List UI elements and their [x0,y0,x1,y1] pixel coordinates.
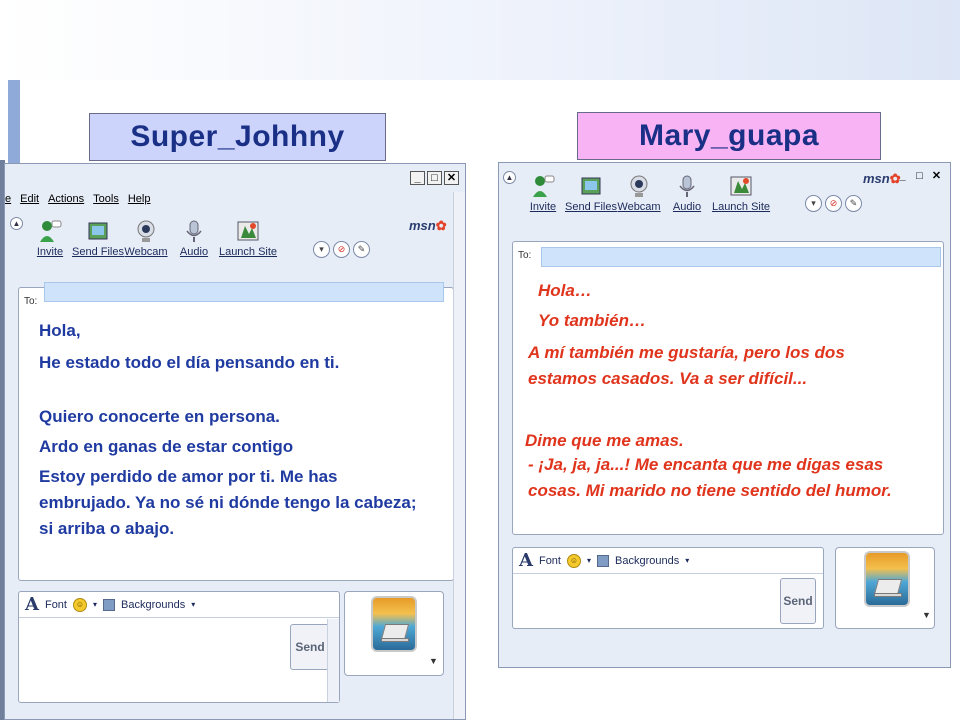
format-bar-right: A Font ☺ ▾ Backgrounds ▾ [513,548,823,574]
send-files-button[interactable]: Send Files [72,218,124,258]
contact-name-right: Mary_guapa [577,112,881,160]
message-1: Hola… [538,281,592,300]
message-3: Quiero conocerte en persona. [39,407,280,426]
avatar-panel-right: ▼ [835,547,935,629]
round-buttons-left: ▾ ⊘ ✎ [313,241,370,258]
launch-site-button[interactable]: Launch Site [219,218,277,258]
emoticon-icon[interactable]: ☺ [566,553,581,568]
backgrounds-button[interactable]: Backgrounds [121,599,185,611]
collapse-toolbar-button[interactable]: ▲ [503,171,516,184]
message-4: Ardo en ganas de estar contigo [39,437,294,456]
to-field[interactable] [44,282,444,302]
invite-icon [529,173,557,199]
message-1: Hola, [39,321,81,340]
window-edge-left [453,192,465,719]
block-icon[interactable]: ⊘ [825,195,842,212]
send-button[interactable]: Send [780,578,816,624]
emoticon-icon[interactable]: ☺ [72,597,87,612]
pen-icon[interactable]: ✎ [353,241,370,258]
conversation-panel-right: To: Hola… Yo también… A mí también me gu… [512,241,944,535]
msn-logo: msn✿ [409,218,447,233]
toolbar-left: Invite Send Files Webcam Audio Launch Si… [27,218,277,258]
message-4: Dime que me amas. [525,431,684,450]
avatar[interactable] [864,551,910,607]
message-3: A mí también me gustaría, pero los dos e… [528,343,845,388]
send-files-icon [84,218,112,244]
font-button[interactable]: Font [539,555,561,567]
avatar-dropdown-icon[interactable]: ▼ [922,610,931,620]
send-files-icon [577,173,605,199]
launch-site-icon [234,218,262,244]
webcam-button[interactable]: Webcam [123,218,169,258]
message-5: - ¡Ja, ja, ja...! Me encanta que me diga… [528,455,892,500]
send-button[interactable]: Send [290,624,330,670]
menu-bar-left: e Edit Actions Tools Help [5,193,150,205]
message-5: Estoy perdido de amor por ti. Me has emb… [39,467,417,538]
compose-scrollbar[interactable] [327,619,339,702]
menu-edit[interactable]: Edit [20,193,39,205]
conversation-panel-left: To: Hola, He estado todo el día pensando… [18,282,454,581]
to-label: To: [24,296,38,307]
block-icon[interactable]: ⊘ [333,241,350,258]
backgrounds-dropdown-icon[interactable]: ▾ [191,600,195,609]
avatar-panel-left: ▼ [344,591,444,676]
emoticon-dropdown-icon[interactable]: ▾ [587,556,591,565]
backgrounds-icon[interactable] [103,598,115,611]
compose-panel-left: A Font ☺ ▾ Backgrounds ▾ Send [18,591,340,703]
backgrounds-icon[interactable] [597,554,609,567]
emoticon-dropdown-icon[interactable]: ▾ [93,600,97,609]
avatar-dropdown-icon[interactable]: ▼ [429,656,438,666]
invite-icon [36,218,64,244]
contact-name-left: Super_Johhny [89,113,386,161]
chat-window-left: _ □ ✕ e Edit Actions Tools Help ▲ Invite… [4,163,466,720]
backgrounds-dropdown-icon[interactable]: ▾ [685,556,689,565]
menu-help[interactable]: Help [128,193,151,205]
launch-site-button[interactable]: Launch Site [712,173,770,213]
message-input[interactable] [21,620,281,700]
compose-panel-right: A Font ☺ ▾ Backgrounds ▾ Send [512,547,824,629]
font-icon[interactable]: A [25,594,39,615]
menu-tools[interactable]: Tools [93,193,119,205]
audio-button[interactable]: Audio [171,218,217,258]
invite-button[interactable]: Invite [520,173,566,213]
launch-site-icon [727,173,755,199]
maximize-button[interactable]: □ [427,171,442,185]
invite-button[interactable]: Invite [27,218,73,258]
webcam-button[interactable]: Webcam [616,173,662,213]
to-field[interactable] [541,247,941,267]
chat-window-right: msn✿ _ □ ✕ ▲ Invite Send Files Webcam Au… [498,162,951,668]
titlebar-left: _ □ ✕ [5,164,465,192]
font-icon[interactable]: A [519,550,533,571]
message-2: He estado todo el día pensando en ti. [39,353,340,372]
close-button[interactable]: ✕ [929,170,944,184]
minimize-button[interactable]: _ [895,170,910,184]
collapse-toolbar-button[interactable]: ▲ [10,217,23,230]
pen-icon[interactable]: ✎ [845,195,862,212]
microphone-icon [180,218,208,244]
webcam-icon [625,173,653,199]
font-button[interactable]: Font [45,599,67,611]
dropdown-button[interactable]: ▾ [805,195,822,212]
toolbar-right: Invite Send Files Webcam Audio Launch Si… [520,173,770,213]
audio-button[interactable]: Audio [664,173,710,213]
webcam-icon [132,218,160,244]
to-label: To: [518,250,532,261]
send-files-button[interactable]: Send Files [565,173,617,213]
minimize-button[interactable]: _ [410,171,425,185]
window-controls-left: _ □ ✕ [410,171,459,185]
close-button[interactable]: ✕ [444,171,459,185]
header-band [0,0,960,80]
backgrounds-button[interactable]: Backgrounds [615,555,679,567]
avatar[interactable] [371,596,417,652]
microphone-icon [673,173,701,199]
menu-file[interactable]: e [5,193,11,205]
maximize-button[interactable]: □ [912,170,927,184]
message-input[interactable] [515,576,770,628]
dropdown-button[interactable]: ▾ [313,241,330,258]
round-buttons-right: ▾ ⊘ ✎ [805,195,862,212]
message-2: Yo también… [538,311,646,330]
menu-actions[interactable]: Actions [48,193,84,205]
window-controls-right: _ □ ✕ [895,170,944,184]
format-bar-left: A Font ☺ ▾ Backgrounds ▾ [19,592,339,618]
